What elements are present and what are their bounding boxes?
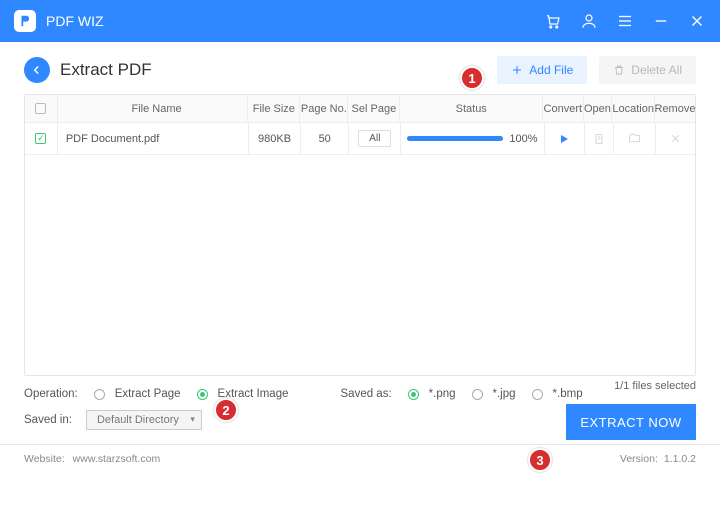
options-panel: 1/1 files selected Operation: Extract Pa…: [0, 376, 720, 444]
website-label: Website:: [24, 453, 65, 465]
cart-icon[interactable]: [544, 12, 562, 30]
col-filesize: File Size: [248, 95, 300, 122]
close-icon[interactable]: [688, 12, 706, 30]
col-pageno: Page No.: [300, 95, 348, 122]
radio-jpg-label: *.jpg: [493, 388, 516, 400]
col-convert: Convert: [543, 95, 583, 122]
col-selpage: Sel Page: [348, 95, 400, 122]
version-value: 1.1.0.2: [664, 453, 696, 465]
row-checkbox[interactable]: ✓: [35, 133, 46, 144]
remove-button[interactable]: [670, 133, 681, 144]
table-row: ✓ PDF Document.pdf 980KB 50 All 100%: [25, 123, 695, 155]
sel-page-button[interactable]: All: [358, 130, 391, 147]
radio-extract-page[interactable]: [94, 389, 105, 400]
user-icon[interactable]: [580, 12, 598, 30]
files-selected-label: 1/1 files selected: [614, 380, 696, 392]
app-logo: [14, 10, 36, 32]
radio-bmp-label: *.bmp: [553, 388, 583, 400]
radio-bmp[interactable]: [532, 389, 543, 400]
title-bar: PDF WIZ: [0, 0, 720, 42]
operation-label: Operation:: [24, 388, 78, 400]
col-open: Open: [584, 95, 613, 122]
version-label: Version:: [620, 453, 658, 465]
progress-bar: [407, 136, 503, 141]
radio-extract-page-label: Extract Page: [115, 388, 181, 400]
col-status: Status: [400, 95, 543, 122]
saved-in-label: Saved in:: [24, 414, 72, 426]
col-remove: Remove: [655, 95, 695, 122]
add-file-button[interactable]: Add File: [497, 56, 587, 84]
col-filename: File Name: [58, 95, 249, 122]
footer-bar: Website: www.starzsoft.com Version: 1.1.…: [0, 444, 720, 472]
saved-in-dropdown[interactable]: Default Directory: [86, 410, 202, 430]
app-title: PDF WIZ: [46, 13, 544, 29]
website-link[interactable]: www.starzsoft.com: [73, 453, 161, 465]
delete-all-label: Delete All: [631, 63, 682, 77]
saved-as-label: Saved as:: [341, 388, 392, 400]
table-header: File Name File Size Page No. Sel Page St…: [25, 95, 695, 123]
cell-filesize: 980KB: [249, 123, 301, 154]
radio-png-label: *.png: [429, 388, 456, 400]
radio-extract-image-label: Extract Image: [218, 388, 289, 400]
radio-png[interactable]: [408, 389, 419, 400]
col-location: Location: [612, 95, 655, 122]
menu-icon[interactable]: [616, 12, 634, 30]
back-button[interactable]: [24, 57, 50, 83]
progress-percent: 100%: [509, 133, 537, 145]
open-button[interactable]: [593, 133, 605, 145]
add-file-label: Add File: [529, 63, 573, 77]
page-title: Extract PDF: [60, 60, 497, 80]
cell-filename: PDF Document.pdf: [58, 123, 249, 154]
radio-jpg[interactable]: [472, 389, 483, 400]
delete-all-button[interactable]: Delete All: [599, 56, 696, 84]
minimize-icon[interactable]: [652, 12, 670, 30]
cell-pageno: 50: [301, 123, 349, 154]
file-table: File Name File Size Page No. Sel Page St…: [24, 94, 696, 376]
convert-button[interactable]: [558, 133, 570, 145]
location-button[interactable]: [628, 132, 641, 145]
radio-extract-image[interactable]: [197, 389, 208, 400]
select-all-checkbox[interactable]: [35, 103, 46, 114]
extract-now-button[interactable]: EXTRACT NOW: [566, 404, 696, 440]
